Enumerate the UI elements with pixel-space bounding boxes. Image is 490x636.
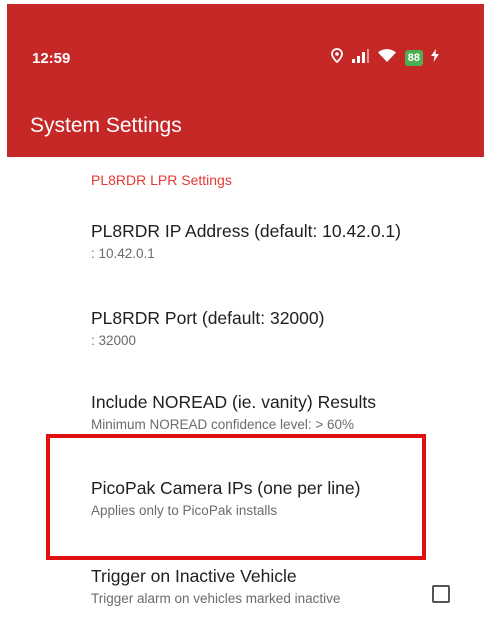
app-bar: 12:59 88 System Settings <box>7 4 484 157</box>
pref-pl8rdr-port[interactable]: PL8RDR Port (default: 32000) : 32000 <box>91 307 441 349</box>
highlight-box <box>46 434 426 560</box>
pref-pl8rdr-ip-address[interactable]: PL8RDR IP Address (default: 10.42.0.1) :… <box>91 220 441 262</box>
pref-trigger-inactive-vehicle[interactable]: Trigger on Inactive Vehicle Trigger alar… <box>91 565 351 607</box>
pref-title: PL8RDR Port (default: 32000) <box>91 308 325 328</box>
page-title: System Settings <box>30 114 182 137</box>
pref-summary: : 10.42.0.1 <box>91 246 155 261</box>
battery-level: 88 <box>404 50 423 66</box>
wifi-icon <box>377 48 397 68</box>
pref-title: Include NOREAD (ie. vanity) Results <box>91 392 376 412</box>
pref-title: PL8RDR IP Address (default: 10.42.0.1) <box>91 221 401 241</box>
status-icons: 88 <box>330 48 439 68</box>
pref-summary: : 32000 <box>91 333 137 348</box>
pref-summary: Trigger alarm on vehicles marked inactiv… <box>91 591 341 606</box>
pref-include-noread[interactable]: Include NOREAD (ie. vanity) Results Mini… <box>91 391 441 433</box>
trigger-inactive-checkbox[interactable] <box>432 585 450 603</box>
location-icon <box>330 48 343 68</box>
pref-title: Trigger on Inactive Vehicle <box>91 566 297 586</box>
charging-icon <box>431 49 439 67</box>
section-header: PL8RDR LPR Settings <box>91 172 232 188</box>
signal-icon <box>351 48 369 68</box>
status-time: 12:59 <box>32 50 71 67</box>
pref-summary: Minimum NOREAD confidence level: > 60% <box>91 417 354 432</box>
